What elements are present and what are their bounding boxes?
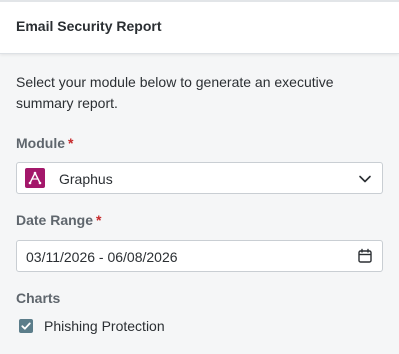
required-marker: * [68, 135, 74, 151]
chevron-down-icon[interactable] [358, 172, 372, 186]
calendar-icon[interactable] [357, 248, 373, 264]
required-marker: * [96, 212, 102, 228]
module-selected-value: Graphus [59, 171, 113, 187]
date-range-input[interactable]: 03/11/2026 - 06/08/2026 [16, 240, 383, 272]
date-range-value: 03/11/2026 - 06/08/2026 [26, 249, 178, 265]
checkmark-icon [21, 322, 31, 330]
module-label: Module * [16, 135, 73, 151]
phishing-protection-checkbox[interactable] [19, 319, 33, 333]
module-label-text: Module [16, 135, 65, 151]
panel-header: Email Security Report [0, 0, 399, 54]
email-security-report-panel: Email Security Report Select your module… [0, 0, 399, 354]
module-select[interactable]: Graphus [16, 162, 383, 194]
date-range-label-text: Date Range [16, 212, 94, 228]
panel-title: Email Security Report [16, 18, 162, 34]
header-divider [0, 0, 399, 2]
graphus-logo-icon [25, 168, 45, 188]
intro-text: Select your module below to generate an … [16, 74, 334, 111]
phishing-protection-label[interactable]: Phishing Protection [44, 318, 165, 334]
charts-label: Charts [16, 290, 61, 306]
date-range-label: Date Range * [16, 212, 101, 228]
